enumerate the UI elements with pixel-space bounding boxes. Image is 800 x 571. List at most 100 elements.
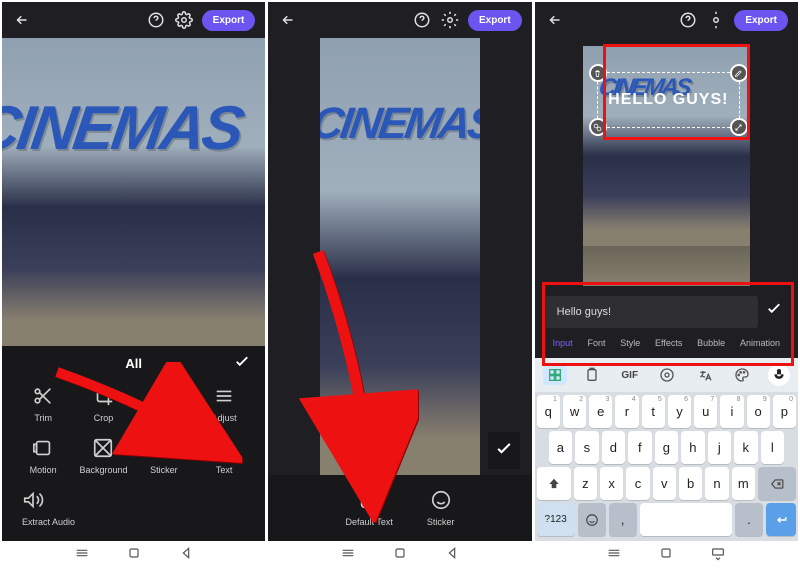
- key-backspace[interactable]: [758, 467, 796, 500]
- key-a[interactable]: a: [549, 431, 572, 464]
- key-f[interactable]: f: [628, 431, 651, 464]
- sticker-kb-icon[interactable]: [543, 365, 567, 385]
- back-nav-icon[interactable]: [444, 545, 460, 566]
- text-input-field[interactable]: Hello guys!: [545, 296, 758, 328]
- key-b[interactable]: b: [679, 467, 702, 500]
- key-mode-switch[interactable]: ?123: [537, 503, 575, 536]
- key-n[interactable]: n: [705, 467, 728, 500]
- gif-icon[interactable]: GIF: [618, 365, 642, 385]
- key-shift[interactable]: [537, 467, 571, 500]
- translate-icon[interactable]: [693, 365, 717, 385]
- key-s[interactable]: s: [575, 431, 598, 464]
- tool-default-text[interactable]: Default Text: [346, 489, 393, 527]
- recents-icon[interactable]: [606, 545, 622, 566]
- android-navbar: [2, 541, 265, 569]
- tool-motion[interactable]: Motion: [16, 433, 70, 479]
- key-m[interactable]: m: [732, 467, 755, 500]
- tab-bubble[interactable]: Bubble: [697, 338, 725, 348]
- export-button[interactable]: Export: [202, 10, 256, 31]
- mic-icon[interactable]: [768, 364, 790, 386]
- back-icon[interactable]: [545, 10, 565, 30]
- help-icon[interactable]: [412, 10, 432, 30]
- tab-style[interactable]: Style: [620, 338, 640, 348]
- settings-kb-icon[interactable]: [655, 365, 679, 385]
- recents-icon[interactable]: [74, 545, 90, 566]
- back-icon[interactable]: [12, 10, 32, 30]
- gear-icon[interactable]: [440, 10, 460, 30]
- key-y[interactable]: 6y: [668, 395, 691, 428]
- export-button[interactable]: Export: [734, 10, 788, 31]
- key-space[interactable]: [640, 503, 732, 536]
- help-icon[interactable]: [146, 10, 166, 30]
- help-icon[interactable]: [678, 10, 698, 30]
- key-comma[interactable]: ,: [609, 503, 637, 536]
- tab-font[interactable]: Font: [587, 338, 605, 348]
- video-scene: CINEMAS HELLO GUYS!: [583, 46, 750, 246]
- scene-signage: CINEMAS: [320, 99, 479, 149]
- video-preview[interactable]: CINEMAS: [320, 38, 479, 475]
- text-overlay-box[interactable]: HELLO GUYS!: [597, 72, 740, 128]
- overlay-text: HELLO GUYS!: [608, 91, 728, 109]
- tool-filters[interactable]: Filters: [137, 381, 191, 427]
- home-icon[interactable]: [126, 545, 142, 566]
- confirm-icon[interactable]: [233, 352, 251, 375]
- key-l[interactable]: l: [761, 431, 784, 464]
- key-k[interactable]: k: [734, 431, 757, 464]
- key-x[interactable]: x: [600, 467, 623, 500]
- resize-handle-icon[interactable]: [730, 118, 748, 136]
- keyboard-toolbar: GIF: [535, 358, 798, 392]
- tool-trim[interactable]: Trim: [16, 381, 70, 427]
- key-w[interactable]: 2w: [563, 395, 586, 428]
- tab-input[interactable]: Input: [553, 338, 573, 348]
- key-q[interactable]: 1q: [537, 395, 560, 428]
- key-t[interactable]: 5t: [642, 395, 665, 428]
- confirm-text-icon[interactable]: [762, 299, 786, 322]
- tool-background[interactable]: Background: [76, 433, 130, 479]
- tool-sticker[interactable]: Sticker: [427, 489, 455, 527]
- home-icon[interactable]: [658, 545, 674, 566]
- text-tabs: Input Font Style Effects Bubble Animatio…: [545, 328, 788, 358]
- gear-icon[interactable]: [174, 10, 194, 30]
- back-nav-icon[interactable]: [178, 545, 194, 566]
- key-j[interactable]: j: [708, 431, 731, 464]
- video-preview[interactable]: CINEMAS: [2, 38, 265, 346]
- tool-extract-audio[interactable]: Extract Audio: [16, 485, 75, 531]
- tab-animation[interactable]: Animation: [740, 338, 780, 348]
- key-emoji[interactable]: [578, 503, 606, 536]
- key-enter[interactable]: [766, 503, 796, 536]
- tool-text[interactable]: Text: [197, 433, 251, 479]
- key-d[interactable]: d: [602, 431, 625, 464]
- key-z[interactable]: z: [574, 467, 597, 500]
- tool-crop[interactable]: Crop: [76, 381, 130, 427]
- key-v[interactable]: v: [653, 467, 676, 500]
- panel-tools: Export CINEMAS All Trim Crop Filters Adj…: [2, 2, 265, 569]
- key-o[interactable]: 9o: [747, 395, 770, 428]
- video-preview[interactable]: CINEMAS HELLO GUYS!: [583, 46, 750, 246]
- key-u[interactable]: 7u: [694, 395, 717, 428]
- recents-icon[interactable]: [340, 545, 356, 566]
- confirm-icon[interactable]: [488, 432, 520, 469]
- clipboard-icon[interactable]: [580, 365, 604, 385]
- key-r[interactable]: 4r: [615, 395, 638, 428]
- key-h[interactable]: h: [681, 431, 704, 464]
- delete-handle-icon[interactable]: [589, 64, 607, 82]
- keyboard-hide-icon[interactable]: [710, 545, 726, 566]
- key-e[interactable]: 3e: [589, 395, 612, 428]
- back-icon[interactable]: [278, 10, 298, 30]
- key-c[interactable]: c: [626, 467, 649, 500]
- gear-icon[interactable]: [706, 10, 726, 30]
- export-button[interactable]: Export: [468, 10, 522, 31]
- palette-icon[interactable]: [730, 365, 754, 385]
- copy-handle-icon[interactable]: [589, 118, 607, 136]
- key-p[interactable]: 0p: [773, 395, 796, 428]
- edit-handle-icon[interactable]: [730, 64, 748, 82]
- tool-sticker[interactable]: Sticker: [137, 433, 191, 479]
- tab-effects[interactable]: Effects: [655, 338, 682, 348]
- key-i[interactable]: 8i: [720, 395, 743, 428]
- home-icon[interactable]: [392, 545, 408, 566]
- key-g[interactable]: g: [655, 431, 678, 464]
- video-scene: CINEMAS: [2, 38, 265, 346]
- key-period[interactable]: .: [735, 503, 763, 536]
- tool-adjust[interactable]: Adjust: [197, 381, 251, 427]
- tools-panel: All Trim Crop Filters Adjust Motion Back…: [2, 346, 265, 541]
